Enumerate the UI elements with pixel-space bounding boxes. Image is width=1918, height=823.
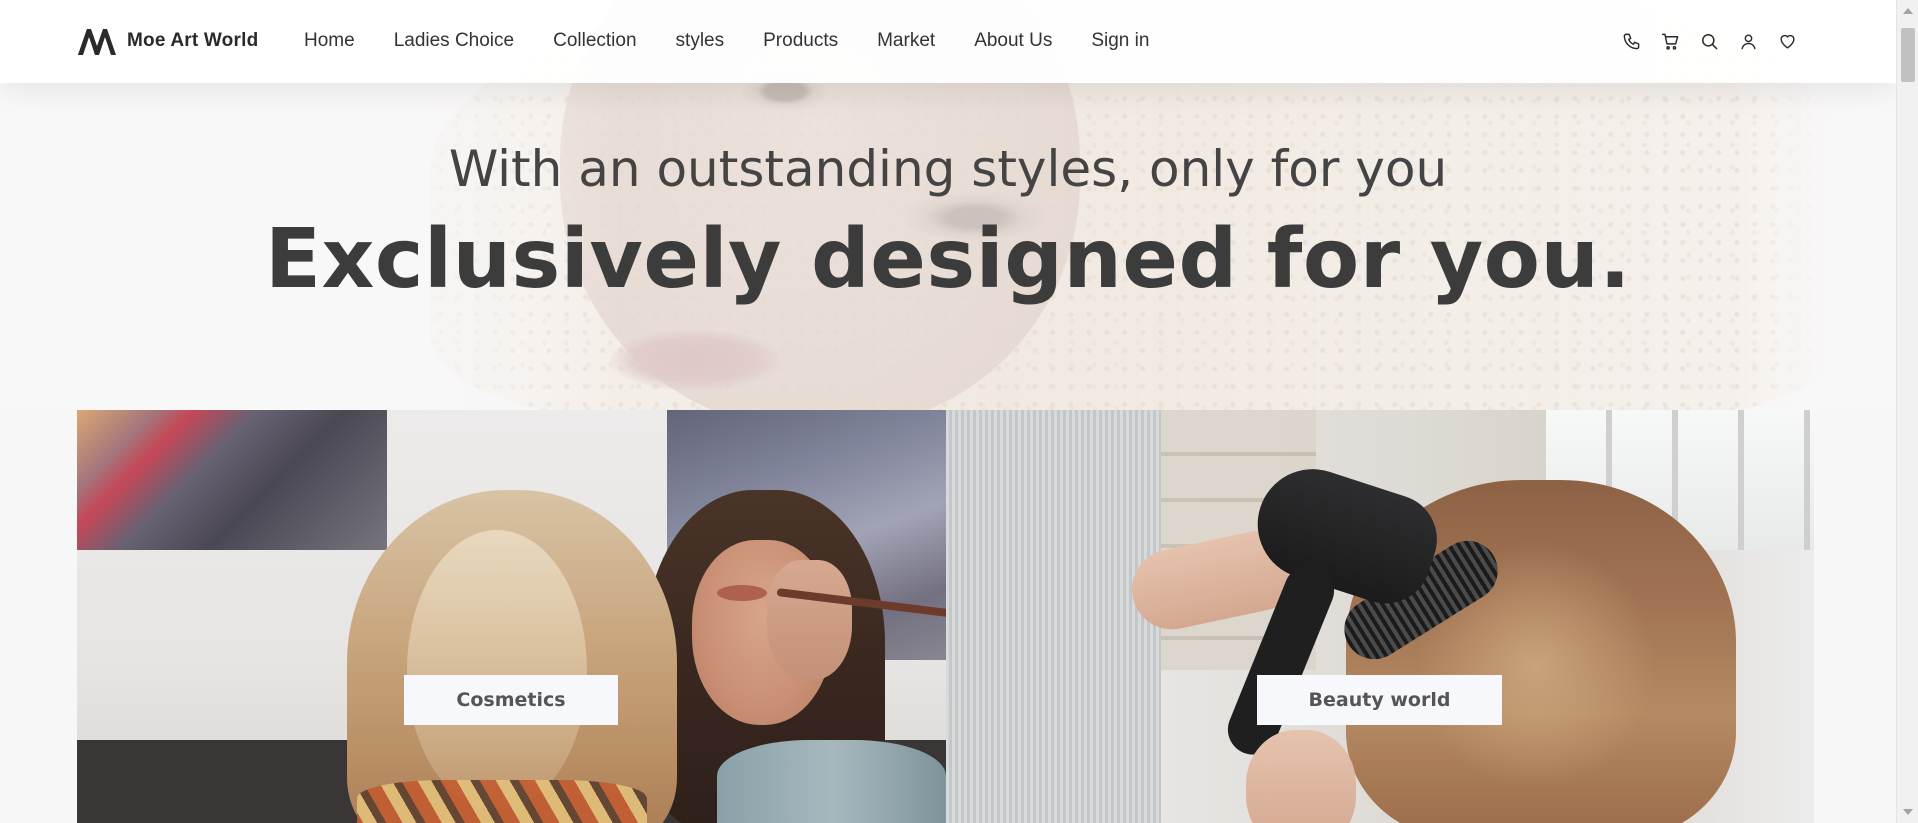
nav-ladies-choice[interactable]: Ladies Choice — [394, 30, 514, 52]
heart-icon[interactable] — [1777, 31, 1797, 51]
patterned-shirt — [357, 780, 647, 823]
hero-title: Exclusively designed for you. — [264, 212, 1632, 307]
brand-name: Moe Art World — [127, 30, 259, 51]
header-icons — [1621, 31, 1816, 51]
model-top — [717, 740, 946, 823]
nav-sign-in[interactable]: Sign in — [1091, 30, 1149, 52]
category-label-beauty-world[interactable]: Beauty world — [1257, 675, 1502, 725]
main-nav: Home Ladies Choice Collection styles Pro… — [304, 28, 1188, 54]
nav-collection[interactable]: Collection — [553, 30, 636, 52]
nav-styles[interactable]: styles — [676, 30, 725, 52]
nav-home[interactable]: Home — [304, 30, 355, 52]
hair-highlight — [407, 530, 587, 810]
search-icon[interactable] — [1699, 31, 1719, 51]
stylist-shirt — [946, 410, 1161, 823]
category-label-cosmetics[interactable]: Cosmetics — [404, 675, 618, 725]
page-scrollbar[interactable] — [1896, 0, 1918, 823]
category-tile-beauty-world[interactable]: Beauty world — [946, 410, 1814, 823]
mountain-m-logo-icon — [78, 29, 116, 55]
nav-products[interactable]: Products — [763, 30, 838, 52]
site-header: Moe Art World Home Ladies Choice Collect… — [0, 0, 1896, 83]
scroll-up-arrow-icon[interactable] — [1903, 8, 1913, 14]
category-tile-cosmetics[interactable]: Cosmetics — [77, 410, 946, 823]
wall-painting — [77, 410, 387, 550]
stylist-hand — [1246, 730, 1356, 823]
scroll-thumb[interactable] — [1901, 28, 1915, 82]
user-icon[interactable] — [1738, 31, 1758, 51]
model-eyeshadow — [717, 585, 767, 601]
scroll-down-arrow-icon[interactable] — [1903, 809, 1913, 815]
brand-link[interactable]: Moe Art World — [77, 24, 258, 58]
artist-hand — [767, 560, 852, 680]
cart-icon[interactable] — [1660, 31, 1680, 51]
nav-market[interactable]: Market — [877, 30, 935, 52]
nav-about-us[interactable]: About Us — [974, 30, 1052, 52]
page: Moe Art World Home Ladies Choice Collect… — [0, 0, 1918, 823]
category-tiles: Cosmetics Beauty world — [77, 410, 1814, 823]
phone-icon[interactable] — [1621, 31, 1641, 51]
hero-subtitle: With an outstanding styles, only for you — [448, 140, 1448, 198]
